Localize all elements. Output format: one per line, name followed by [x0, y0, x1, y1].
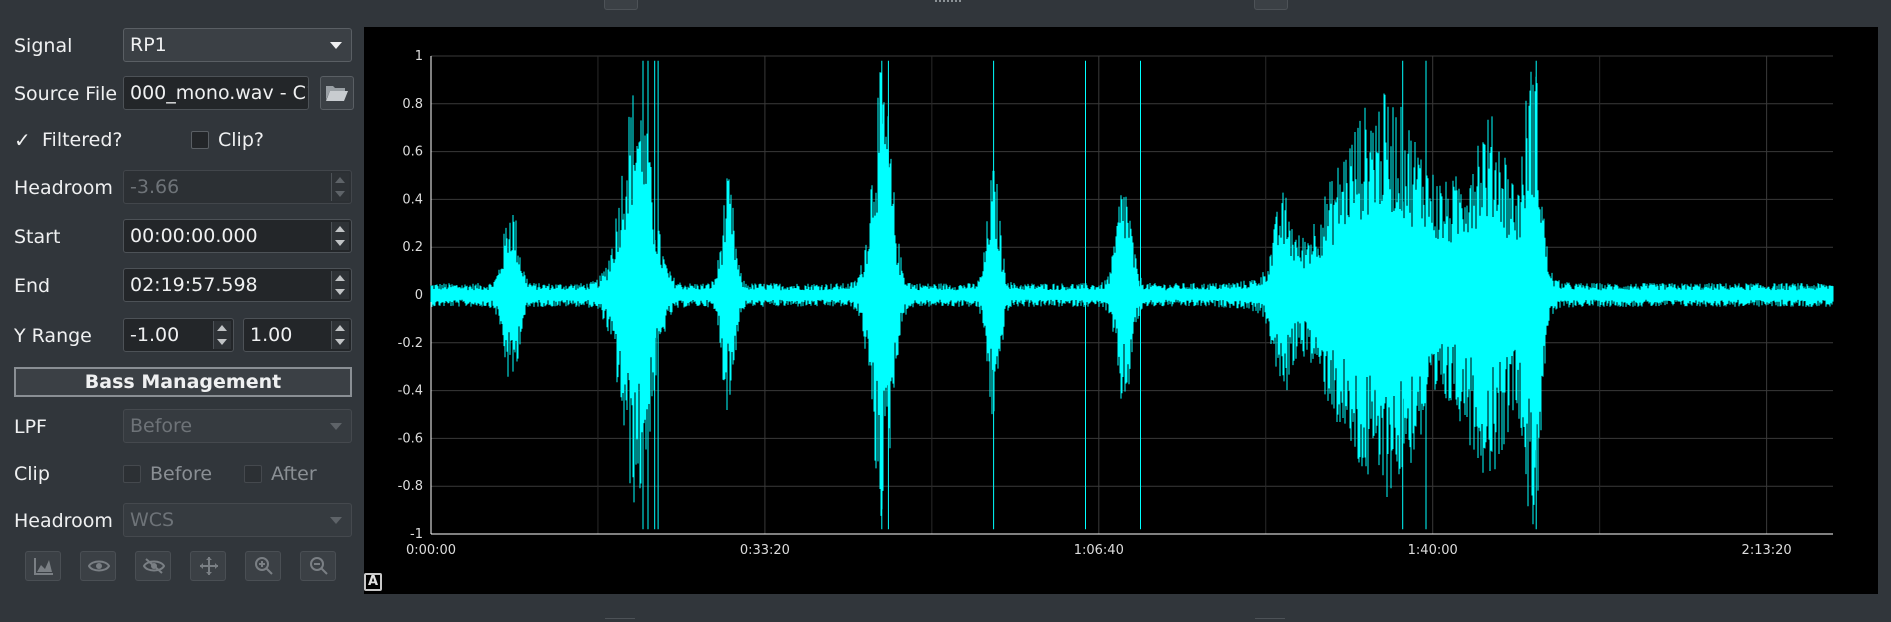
pan-button[interactable]: [190, 551, 226, 581]
bm-clip-label: Clip: [14, 463, 50, 485]
splitter-handle-right[interactable]: [1255, 618, 1285, 622]
y-tick-label: 0.6: [402, 145, 423, 160]
filtered-label: Filtered?: [42, 129, 123, 151]
start-spin-buttons[interactable]: [331, 222, 349, 250]
end-label: End: [14, 275, 51, 297]
chevron-down-icon: [330, 423, 342, 430]
chart-button[interactable]: [25, 551, 61, 581]
dock-tab-right[interactable]: [1254, 0, 1288, 10]
clip-checkbox[interactable]: [191, 131, 209, 149]
y-min-value: -1.00: [130, 324, 180, 346]
y-tick-label: 0: [415, 288, 423, 303]
zoom-out-button[interactable]: [300, 551, 336, 581]
move-icon: [200, 557, 218, 575]
x-tick-label: 0:00:00: [406, 543, 456, 558]
waveform-series: [430, 60, 1834, 530]
eye-icon: [88, 560, 110, 572]
open-file-button[interactable]: [320, 76, 354, 110]
y-max-input[interactable]: 1.00: [243, 318, 352, 352]
hide-button[interactable]: [135, 551, 171, 581]
clip-before-checkbox[interactable]: [123, 465, 141, 483]
filtered-checkbox[interactable]: ✓: [14, 130, 32, 150]
folder-open-icon: [326, 86, 348, 101]
source-file-value: 000_mono.wav - C1: [130, 82, 309, 104]
y-tick-label: -1: [410, 527, 423, 542]
signal-combo[interactable]: RP1: [123, 28, 352, 62]
chevron-down-icon: [330, 517, 342, 524]
lpf-label: LPF: [14, 416, 47, 438]
y-tick-label: 0.8: [402, 97, 423, 112]
y-max-spin-buttons[interactable]: [331, 321, 349, 349]
dock-tab-left[interactable]: [604, 0, 638, 10]
y-tick-label: 0.4: [402, 192, 423, 207]
x-tick-label: 1:40:00: [1408, 543, 1458, 558]
y-max-value: 1.00: [250, 324, 293, 346]
y-range-label: Y Range: [14, 325, 92, 347]
y-min-input[interactable]: -1.00: [123, 318, 234, 352]
chart-icon: [34, 558, 53, 575]
y-tick-label: -0.4: [398, 384, 423, 399]
lpf-combo[interactable]: Before: [123, 409, 352, 443]
splitter-handle-left[interactable]: [605, 618, 635, 622]
y-tick-label: -0.2: [398, 336, 423, 351]
waveform-svg[interactable]: 1 0.8 0.6 0.4 0.2 0 -0.2 -0.4 -0.6 -0.8 -10:00:00 0…: [364, 27, 1878, 594]
zoom-out-icon: [310, 557, 328, 575]
lpf-value: Before: [130, 415, 193, 437]
start-label: Start: [14, 226, 61, 248]
clip-label: Clip?: [218, 129, 264, 151]
autoscale-button[interactable]: A: [364, 573, 382, 591]
start-time-value: 00:00:00.000: [130, 225, 258, 247]
headroom-spin-buttons[interactable]: [331, 173, 349, 201]
end-time-value: 02:19:57.598: [130, 274, 258, 296]
y-tick-label: -0.6: [398, 431, 423, 446]
eye-off-icon: [143, 558, 165, 574]
end-spin-buttons[interactable]: [331, 271, 349, 299]
headroom-label: Headroom: [14, 177, 113, 199]
x-tick-label: 1:06:40: [1074, 543, 1124, 558]
y-tick-label: 0.2: [402, 240, 423, 255]
chevron-down-icon: [330, 42, 342, 49]
signal-settings-panel: Signal RP1 Source File 000_mono.wav - C1…: [0, 0, 362, 622]
clip-after-label: After: [271, 463, 317, 485]
signal-value: RP1: [130, 34, 167, 56]
waveform-chart[interactable]: 1 0.8 0.6 0.4 0.2 0 -0.2 -0.4 -0.6 -0.8 -1 0:00:00 0…: [364, 27, 1878, 594]
source-file-input[interactable]: 000_mono.wav - C1: [123, 76, 309, 110]
drag-grip[interactable]: [935, 0, 961, 6]
x-tick-label: 0:33:20: [740, 543, 790, 558]
headroom-spinbox[interactable]: -3.66: [123, 170, 352, 204]
x-tick-label: 2:13:20: [1742, 543, 1792, 558]
y-tick-label: 1: [415, 49, 423, 64]
bm-headroom-value: WCS: [130, 509, 175, 531]
zoom-in-button[interactable]: [245, 551, 281, 581]
bm-headroom-label: Headroom: [14, 510, 113, 532]
show-button[interactable]: [80, 551, 116, 581]
signal-label: Signal: [14, 35, 73, 57]
clip-before-label: Before: [150, 463, 213, 485]
bass-management-button[interactable]: Bass Management: [14, 367, 352, 397]
source-file-label: Source File: [14, 83, 118, 105]
y-min-spin-buttons[interactable]: [213, 321, 231, 349]
headroom-value: -3.66: [130, 176, 180, 198]
bm-headroom-combo[interactable]: WCS: [123, 503, 352, 537]
clip-after-checkbox[interactable]: [244, 465, 262, 483]
zoom-in-icon: [255, 557, 273, 575]
end-time-input[interactable]: 02:19:57.598: [123, 268, 352, 302]
y-tick-label: -0.8: [398, 479, 423, 494]
start-time-input[interactable]: 00:00:00.000: [123, 219, 352, 253]
